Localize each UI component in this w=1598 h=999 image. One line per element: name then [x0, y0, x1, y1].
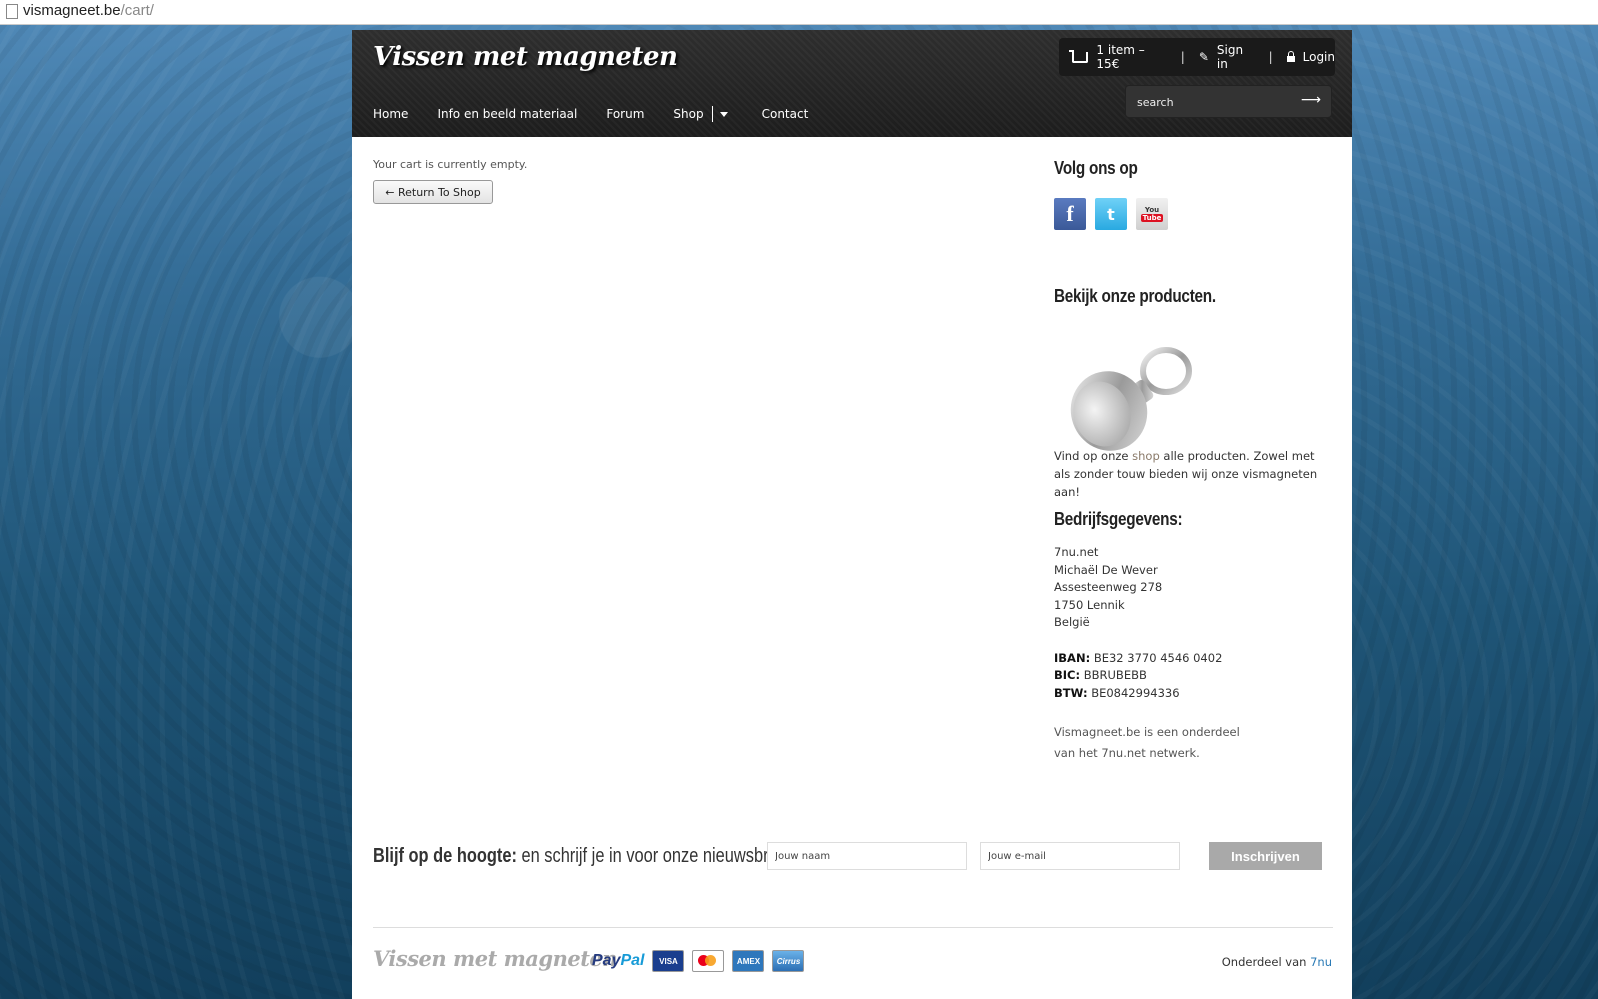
facebook-icon[interactable]: f	[1054, 198, 1086, 230]
iban-row: IBAN: BE32 3770 4546 0402	[1054, 650, 1222, 668]
bic-row: BIC: BBRUBEBB	[1054, 667, 1222, 685]
nav-home[interactable]: Home	[373, 107, 408, 121]
company-details: 7nu.net Michaël De Wever Assesteenweg 27…	[1054, 544, 1222, 702]
newsletter-title: Blijf op de hoogte: en schrijf je in voo…	[373, 845, 786, 868]
network-line-2: van het 7nu.net netwerk.	[1054, 746, 1200, 760]
lock-icon	[1286, 50, 1295, 62]
nav-shop[interactable]: Shop	[673, 107, 703, 121]
paypal-text-a: Pay	[592, 952, 621, 969]
return-to-shop-button[interactable]: ← Return To Shop	[373, 180, 493, 204]
cart-summary: 1 item – 15€	[1096, 43, 1145, 71]
amex-card-icon: AMEX	[732, 950, 765, 972]
newsletter-name-input[interactable]	[767, 842, 967, 870]
footer-logo[interactable]: Vissen met magneten	[373, 946, 618, 971]
btw-row: BTW: BE0842994336	[1054, 685, 1222, 703]
company-country: België	[1054, 615, 1090, 630]
iban-label: IBAN:	[1054, 650, 1091, 665]
visa-card-icon: VISA	[652, 950, 685, 972]
footer-credit: Onderdeel van 7nu	[1222, 955, 1332, 969]
page-container: Vissen met magneten Home Info en beeld m…	[352, 30, 1352, 999]
site-logo[interactable]: Vissen met magneten	[373, 42, 678, 72]
btw-label: BTW:	[1054, 685, 1088, 700]
sign-in-link[interactable]: ✎ Sign in	[1199, 43, 1255, 71]
cart-summary-link[interactable]: 1 item – 15€	[1069, 43, 1167, 71]
products-description: Vind op onze shop alle producten. Zowel …	[1054, 447, 1324, 501]
main-nav: Home Info en beeld materiaal Forum Shop …	[373, 106, 837, 122]
page-icon	[6, 4, 18, 19]
newsletter-email-input[interactable]	[980, 842, 1180, 870]
social-links: f t You Tube	[1054, 198, 1177, 230]
nav-forum[interactable]: Forum	[606, 107, 644, 121]
mastercard-icon	[692, 950, 725, 972]
divider: |	[1268, 50, 1273, 64]
bic-label: BIC:	[1054, 668, 1081, 683]
browser-address-bar[interactable]: vismagneet.be/cart/	[0, 0, 1598, 25]
cart-empty-message: Your cart is currently empty.	[373, 158, 528, 171]
sign-in-icon: ✎	[1198, 50, 1209, 64]
magnet-product-image[interactable]	[1054, 326, 1204, 451]
payment-methods: PayPal VISA AMEX Cirrus	[592, 950, 812, 972]
cirrus-card-icon: Cirrus	[772, 950, 805, 972]
company-city: 1750 Lennik	[1054, 597, 1125, 612]
network-line-1: Vismagneet.be is een onderdeel	[1054, 725, 1240, 739]
cart-icon	[1069, 49, 1089, 63]
youtube-text-top: You	[1144, 206, 1160, 214]
nav-separator	[711, 106, 713, 122]
youtube-text-bottom: Tube	[1140, 214, 1164, 222]
newsletter-title-rest: en schrijf je in voor onze nieuwsbrief	[516, 845, 786, 867]
desc-text-start: Vind op onze	[1054, 449, 1133, 463]
subscribe-button[interactable]: Inschrijven	[1209, 842, 1322, 870]
nav-info[interactable]: Info en beeld materiaal	[437, 107, 577, 121]
url-text[interactable]: vismagneet.be/cart/	[23, 2, 154, 19]
search-box: ⟶	[1125, 85, 1332, 118]
sign-in-label: Sign in	[1216, 43, 1244, 71]
youtube-icon[interactable]: You Tube	[1136, 198, 1168, 230]
follow-title: Volg ons op	[1054, 158, 1138, 178]
site-header: Vissen met magneten Home Info en beeld m…	[352, 30, 1352, 137]
footer-divider	[373, 927, 1333, 928]
url-path: /cart/	[120, 2, 154, 19]
newsletter-title-bold: Blijf op de hoogte:	[373, 845, 517, 867]
bic-value: BBRUBEBB	[1083, 668, 1147, 683]
url-host: vismagneet.be	[23, 2, 121, 19]
company-name: 7nu.net	[1054, 545, 1099, 559]
nav-contact[interactable]: Contact	[762, 107, 809, 121]
divider: |	[1180, 50, 1185, 64]
footer-credit-text: Onderdeel van	[1221, 955, 1311, 969]
chevron-down-icon[interactable]	[719, 111, 728, 117]
login-label: Login	[1302, 50, 1335, 64]
paypal-logo: PayPal	[592, 952, 644, 970]
login-link[interactable]: Login	[1286, 50, 1335, 64]
nav-shop-group: Shop	[673, 106, 728, 122]
products-title: Bekijk onze producten.	[1054, 286, 1216, 306]
shop-link[interactable]: shop	[1132, 449, 1160, 463]
newsletter-section: Blijf op de hoogte: en schrijf je in voo…	[373, 842, 1333, 874]
sidebar: Volg ons op f t You Tube Bekijk onze pro…	[1054, 158, 1344, 760]
company-person: Michaël De Wever	[1054, 562, 1158, 577]
footer-brand-link[interactable]: 7nu	[1310, 955, 1332, 969]
search-input[interactable]	[1135, 92, 1289, 112]
user-bar: 1 item – 15€ | ✎ Sign in | Login	[1059, 38, 1335, 76]
twitter-icon[interactable]: t	[1095, 198, 1127, 230]
network-note: Vismagneet.be is een onderdeel van het 7…	[1054, 722, 1240, 764]
paypal-text-b: Pal	[620, 952, 645, 969]
btw-value: BE0842994336	[1091, 685, 1180, 700]
search-submit-arrow-icon[interactable]: ⟶	[1301, 92, 1321, 108]
company-title: Bedrijfsgegevens:	[1054, 509, 1183, 529]
company-street: Assesteenweg 278	[1054, 580, 1163, 595]
iban-value: BE32 3770 4546 0402	[1093, 650, 1223, 665]
